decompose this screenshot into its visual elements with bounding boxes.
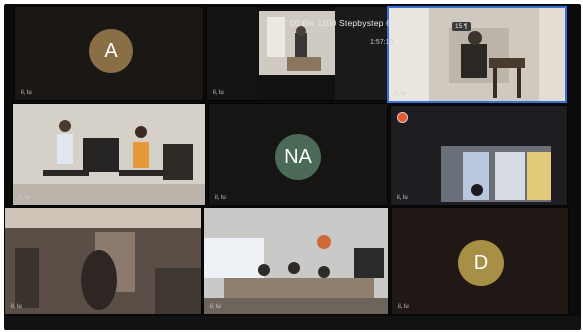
- participant-tile-d[interactable]: D il, lu: [391, 207, 569, 315]
- recording-indicator-icon: [397, 112, 408, 123]
- participant-tile-4[interactable]: il, lu: [12, 103, 206, 206]
- bottom-tile-strip: [4, 316, 581, 330]
- meeting-title: 00 Bis 1100 Stepbystep 6 D: [290, 18, 400, 28]
- participant-tile-active-speaker[interactable]: il, lu: [387, 6, 567, 103]
- participant-name: il, lu: [398, 304, 409, 310]
- video-feed: [5, 208, 201, 314]
- participant-tile-na[interactable]: NA il, lu: [208, 103, 388, 206]
- participant-name: il, lu: [395, 91, 406, 97]
- participant-name: il, lu: [397, 195, 408, 201]
- participant-name: il, lu: [19, 195, 30, 201]
- participant-tile-a[interactable]: A il, lu: [14, 6, 204, 101]
- participant-name: il, lu: [215, 195, 226, 201]
- video-feed: [204, 208, 388, 314]
- video-feed: [391, 106, 567, 205]
- participant-tile-6[interactable]: il, lu: [390, 105, 568, 206]
- participant-name: il, lu: [213, 90, 224, 96]
- avatar-initials: NA: [284, 145, 312, 168]
- avatar: A: [89, 29, 133, 73]
- video-feed: [389, 8, 565, 101]
- video-feed: [13, 104, 205, 205]
- video-call-screen: A il, lu il, lu il, lu 00 Bis 1100 Stepb…: [4, 4, 581, 330]
- participant-tile-7[interactable]: il, lu: [4, 207, 202, 315]
- avatar-initials: A: [104, 39, 118, 62]
- avatar-initials: D: [473, 251, 489, 274]
- participants-count-badge[interactable]: 15 ¶: [452, 22, 471, 31]
- meeting-timer: 1:57:10: [370, 39, 394, 46]
- participant-name: il, lu: [11, 304, 22, 310]
- participant-tile-8[interactable]: il, lu: [203, 207, 389, 315]
- avatar: D: [458, 240, 504, 286]
- avatar: NA: [275, 134, 321, 180]
- participant-name: il, lu: [210, 304, 221, 310]
- participant-name: il, lu: [21, 90, 32, 96]
